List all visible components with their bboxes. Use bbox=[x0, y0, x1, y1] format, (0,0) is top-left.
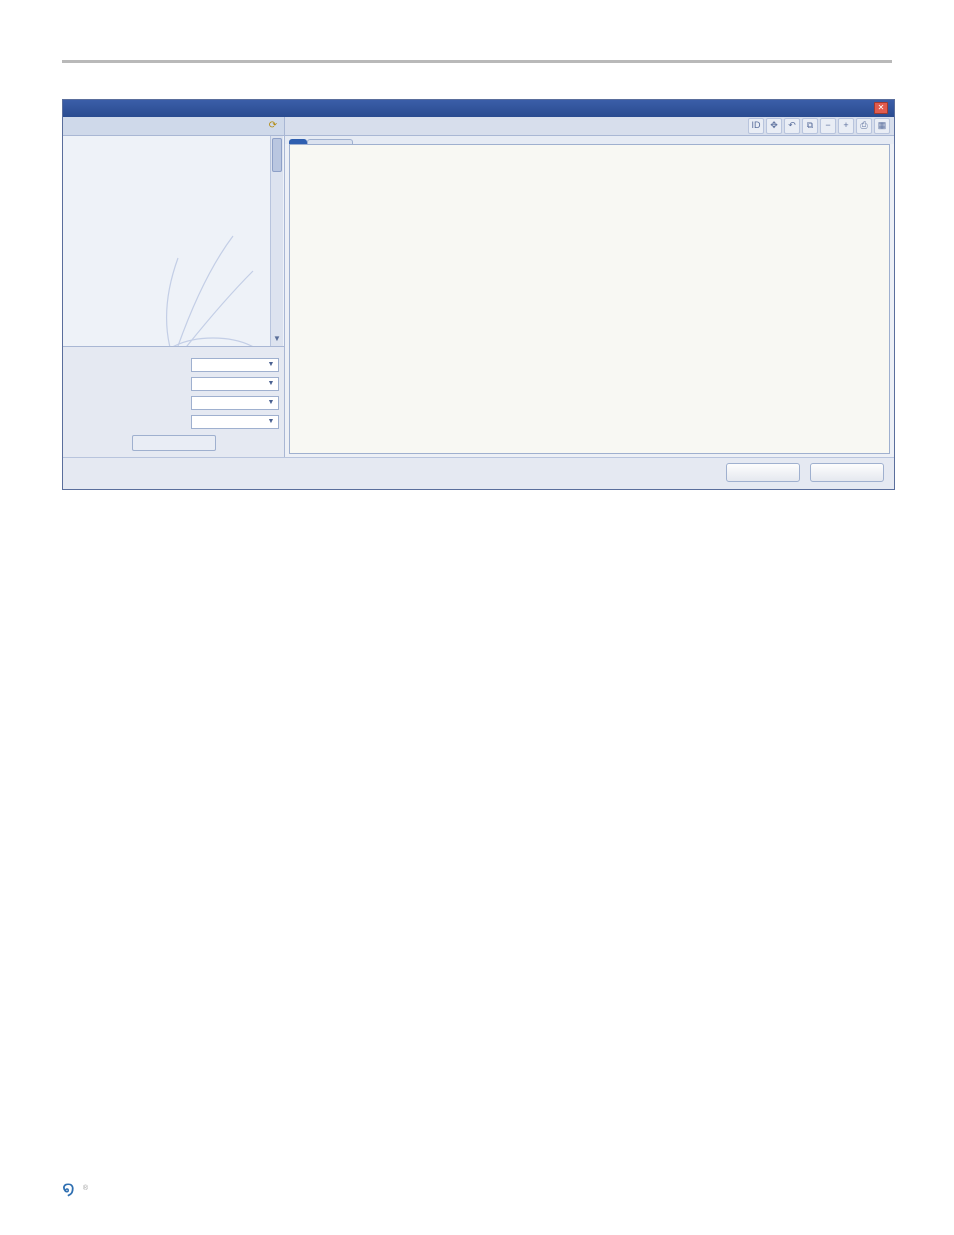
chevron-down-icon: ▼ bbox=[266, 379, 276, 389]
tool-id-icon[interactable]: ID bbox=[748, 118, 764, 134]
refresh-icon[interactable]: ⟳ bbox=[266, 119, 280, 133]
cancel-button[interactable] bbox=[810, 463, 884, 482]
chevron-down-icon: ▼ bbox=[266, 417, 276, 427]
dmx-grid[interactable] bbox=[289, 144, 890, 454]
page-footer: ໑ ® bbox=[0, 1174, 954, 1235]
page-header bbox=[62, 60, 892, 69]
scroll-down-icon[interactable]: ▼ bbox=[271, 333, 283, 346]
chevron-down-icon: ▼ bbox=[266, 398, 276, 408]
toolbar: ID ✥ ↶ ⧉ − + ⎙ ▦ bbox=[748, 118, 890, 134]
scroll-thumb[interactable] bbox=[272, 138, 282, 172]
tool-copy-icon[interactable]: ⧉ bbox=[802, 118, 818, 134]
logo-swirl-icon: ໑ bbox=[62, 1174, 75, 1205]
patch-form: ▼ ▼ ▼ ▼ bbox=[63, 346, 284, 457]
first-channel-input[interactable]: ▼ bbox=[191, 396, 279, 410]
manufacturer-tree[interactable]: ▲ ▼ bbox=[63, 136, 284, 346]
tool-move-icon[interactable]: ✥ bbox=[766, 118, 782, 134]
dialog-footer bbox=[63, 457, 894, 489]
tool-zoomin-icon[interactable]: + bbox=[838, 118, 854, 134]
right-panel: ID ✥ ↶ ⧉ − + ⎙ ▦ bbox=[285, 117, 894, 457]
dmx-universe-select[interactable]: ▼ bbox=[191, 377, 279, 391]
close-icon[interactable]: ✕ bbox=[874, 102, 888, 114]
mode-select[interactable]: ▼ bbox=[191, 358, 279, 372]
acolyte-logo: ໑ ® bbox=[62, 1174, 88, 1205]
number-fixtures-input[interactable]: ▼ bbox=[191, 415, 279, 429]
patch-button[interactable] bbox=[132, 435, 216, 451]
tool-zoomout-icon[interactable]: − bbox=[820, 118, 836, 134]
left-panel: ⟳ ▲ ▼ ▼ ▼ bbox=[63, 117, 285, 457]
universe-tabs bbox=[285, 136, 894, 144]
ok-button[interactable] bbox=[726, 463, 800, 482]
tool-print-icon[interactable]: ⎙ bbox=[856, 118, 872, 134]
tree-scrollbar[interactable]: ▲ ▼ bbox=[270, 136, 283, 346]
chevron-down-icon: ▼ bbox=[266, 360, 276, 370]
tool-undo-icon[interactable]: ↶ bbox=[784, 118, 800, 134]
window-titlebar[interactable]: ✕ bbox=[63, 100, 894, 117]
tool-grid-icon[interactable]: ▦ bbox=[874, 118, 890, 134]
patch-manager-window: ✕ ⟳ ▲ ▼ ▼ bbox=[62, 99, 895, 490]
